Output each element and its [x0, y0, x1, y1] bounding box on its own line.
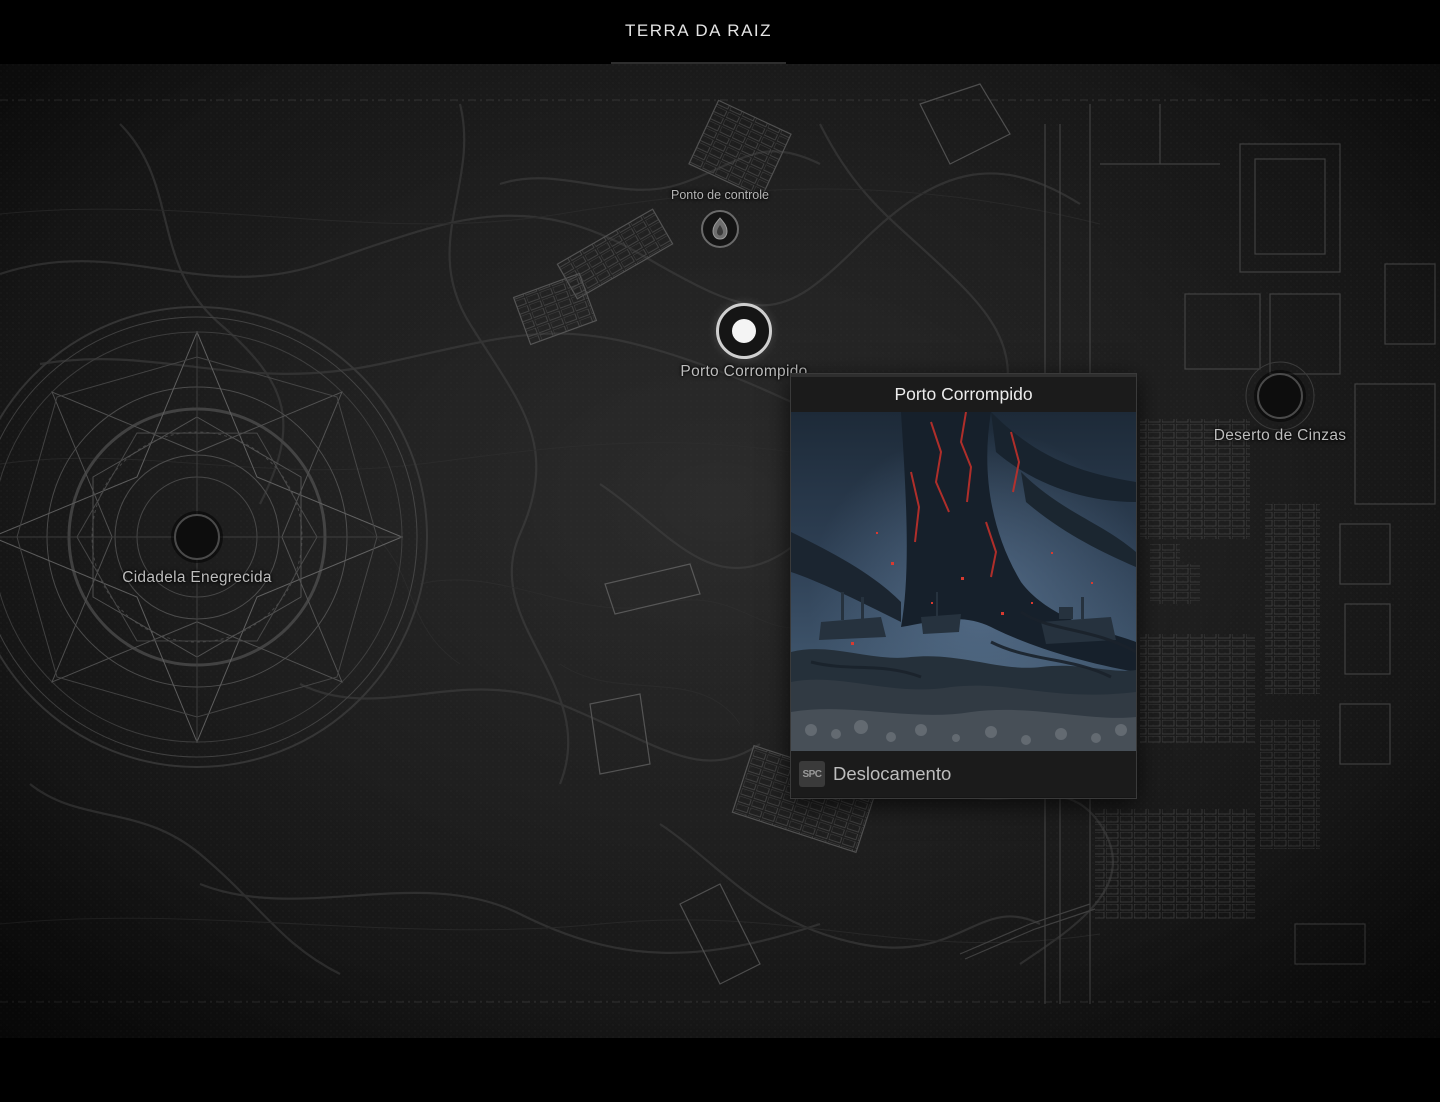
world-map[interactable]: Cidadela Enegrecida Ponto de controle Po…	[0, 64, 1440, 1038]
checkpoint-icon	[712, 217, 728, 240]
location-marker-cidadela[interactable]	[174, 514, 220, 560]
spacebar-key-icon: SPC	[799, 761, 825, 787]
checkpoint-marker[interactable]	[701, 210, 739, 248]
bottom-bar	[0, 1038, 1440, 1102]
location-preview-image	[791, 412, 1136, 751]
location-marker-deserto[interactable]	[1257, 373, 1303, 419]
checkpoint-label: Ponto de controle	[671, 188, 769, 202]
location-preview-card: Porto Corrompido SPC Deslocamento	[790, 373, 1137, 799]
top-bar: TERRA DA RAIZ	[0, 0, 1440, 64]
selected-dot	[732, 319, 756, 343]
location-label-porto: Porto Corrompido	[680, 363, 808, 380]
card-action-row[interactable]: SPC Deslocamento	[791, 751, 1136, 797]
map-screen: TERRA DA RAIZ Cidadela Enegrecida Ponto …	[0, 0, 1440, 1102]
region-title-tab[interactable]: TERRA DA RAIZ	[611, 0, 786, 64]
location-label-cidadela: Cidadela Enegrecida	[122, 569, 272, 586]
card-title: Porto Corrompido	[791, 374, 1136, 412]
location-marker-porto[interactable]	[716, 303, 772, 359]
location-label-deserto: Deserto de Cinzas	[1213, 427, 1347, 444]
travel-action-label: Deslocamento	[833, 763, 952, 784]
